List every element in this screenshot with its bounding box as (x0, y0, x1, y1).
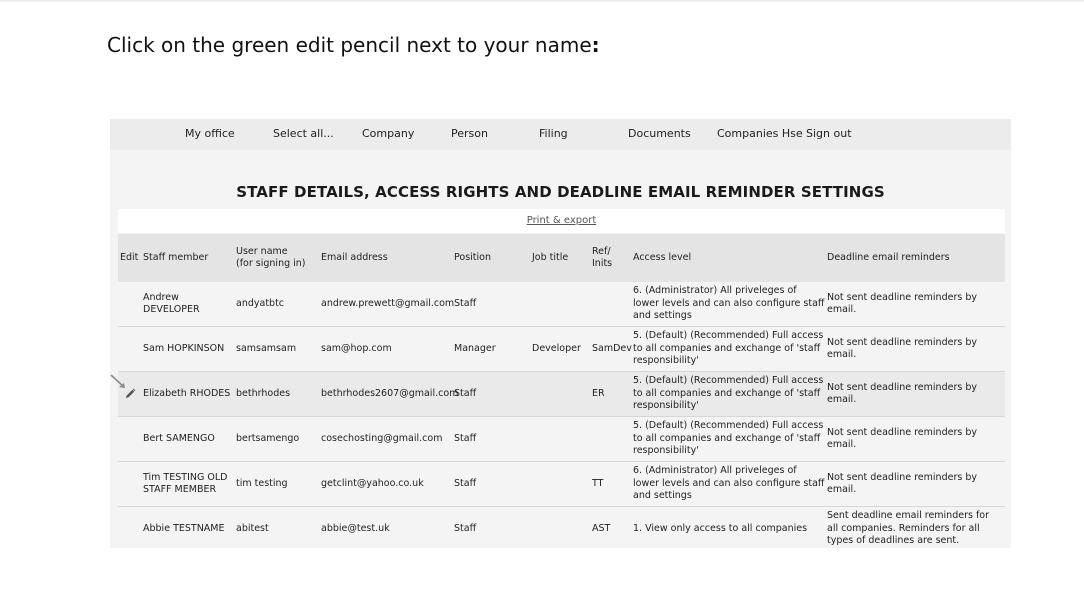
access-level: 5. (Default) (Recommended) Full access t… (633, 420, 824, 457)
nav-person[interactable]: Person (451, 127, 488, 140)
job-title (532, 417, 590, 461)
staff-name: Bert SAMENGO (143, 432, 215, 444)
staff-name: Tim TESTING OLD STAFF MEMBER (143, 471, 228, 496)
position: Staff (454, 387, 477, 399)
print-bar: Print & export (118, 209, 1005, 233)
staff-name: Abbie TESTNAME (143, 522, 225, 534)
job-title (532, 282, 590, 326)
header-edit: Edit (120, 251, 139, 263)
header-staff-member: Staff member (143, 251, 209, 263)
deadline-reminders: Not sent deadline reminders by email. (827, 426, 977, 451)
email-address: abbie@test.uk (321, 522, 390, 534)
position: Staff (454, 522, 477, 534)
table-row[interactable]: Tim TESTING OLD STAFF MEMBER tim testing… (118, 462, 1005, 507)
user-name: abitest (236, 522, 269, 534)
staff-name: Elizabeth RHODES (143, 387, 231, 399)
print-export-link[interactable]: Print & export (118, 215, 1005, 226)
nav-documents[interactable]: Documents (628, 127, 691, 140)
user-name: bethrhodes (236, 387, 291, 399)
nav-sign-out[interactable]: Sign out (806, 127, 852, 140)
job-title: Developer (532, 342, 581, 354)
header-email: Email address (321, 251, 388, 263)
access-level: 6. (Administrator) All priveleges of low… (633, 285, 825, 322)
table-row-selected[interactable]: Elizabeth RHODES bethrhodes bethrhodes26… (118, 372, 1005, 417)
header-job-title: Job title (532, 251, 569, 263)
header-ref-inits: Ref/Inits (592, 245, 613, 270)
deadline-reminders: Not sent deadline reminders by email. (827, 381, 977, 406)
job-title (532, 372, 590, 416)
nav-filing[interactable]: Filing (539, 127, 568, 140)
email-address: andrew.prewett@gmail.com (321, 297, 455, 309)
instruction-suffix: : (591, 33, 600, 57)
staff-details-page: My office Select all... Company Person F… (110, 119, 1011, 548)
top-nav: My office Select all... Company Person F… (110, 119, 1011, 150)
nav-companies-hse[interactable]: Companies Hse (717, 127, 803, 140)
ref-inits: AST (592, 522, 611, 534)
instruction-text: Click on the green edit pencil next to y… (107, 33, 600, 57)
table-row[interactable]: Andrew DEVELOPER andyatbtc andrew.prewet… (118, 282, 1005, 327)
staff-table: Edit Staff member User name (for signing … (118, 234, 1005, 548)
position: Staff (454, 477, 477, 489)
instruction-prefix: Click on the green edit pencil next to y… (107, 33, 592, 57)
staff-name: Andrew DEVELOPER (143, 291, 200, 316)
table-header: Edit Staff member User name (for signing … (118, 234, 1005, 282)
deadline-reminders: Sent deadline email reminders for all co… (827, 510, 990, 547)
ref-inits (592, 417, 632, 461)
staff-name: Sam HOPKINSON (143, 342, 225, 354)
nav-select-all[interactable]: Select all... (273, 127, 334, 140)
email-address: bethrhodes2607@gmail.com (321, 387, 459, 399)
access-level: 1. View only access to all companies (633, 522, 808, 534)
position: Manager (454, 342, 496, 354)
position: Staff (454, 297, 477, 309)
arrow-icon (110, 374, 125, 388)
position: Staff (454, 432, 477, 444)
user-name: bertsamengo (236, 432, 300, 444)
job-title (532, 462, 590, 506)
table-row[interactable]: Abbie TESTNAME abitest abbie@test.uk Sta… (118, 507, 1005, 548)
ref-inits: TT (592, 477, 604, 489)
access-level: 5. (Default) (Recommended) Full access t… (633, 330, 824, 367)
access-level: 6. (Administrator) All priveleges of low… (633, 465, 825, 502)
table-row[interactable]: Sam HOPKINSON samsamsam sam@hop.com Mana… (118, 327, 1005, 372)
header-position: Position (454, 251, 491, 263)
header-user-name: User name (for signing in) (236, 245, 306, 270)
email-address: getclint@yahoo.co.uk (321, 477, 424, 489)
table-row[interactable]: Bert SAMENGO bertsamengo cosechosting@gm… (118, 417, 1005, 462)
header-access-level: Access level (633, 251, 692, 263)
nav-company[interactable]: Company (362, 127, 414, 140)
ref-inits (592, 282, 632, 326)
top-shadow (0, 0, 1084, 3)
ref-inits: ER (592, 387, 605, 399)
email-address: cosechosting@gmail.com (321, 432, 443, 444)
page-title: STAFF DETAILS, ACCESS RIGHTS AND DEADLIN… (236, 183, 885, 201)
deadline-reminders: Not sent deadline reminders by email. (827, 291, 977, 316)
deadline-reminders: Not sent deadline reminders by email. (827, 336, 977, 361)
user-name: andyatbtc (236, 297, 285, 309)
deadline-reminders: Not sent deadline reminders by email. (827, 471, 977, 496)
email-address: sam@hop.com (321, 342, 392, 354)
job-title (532, 507, 590, 548)
ref-inits: SamDev (592, 342, 632, 354)
user-name: samsamsam (236, 342, 297, 354)
access-level: 5. (Default) (Recommended) Full access t… (633, 375, 824, 412)
user-name: tim testing (236, 477, 288, 489)
nav-my-office[interactable]: My office (185, 127, 235, 140)
header-deadline-reminders: Deadline email reminders (827, 251, 950, 263)
